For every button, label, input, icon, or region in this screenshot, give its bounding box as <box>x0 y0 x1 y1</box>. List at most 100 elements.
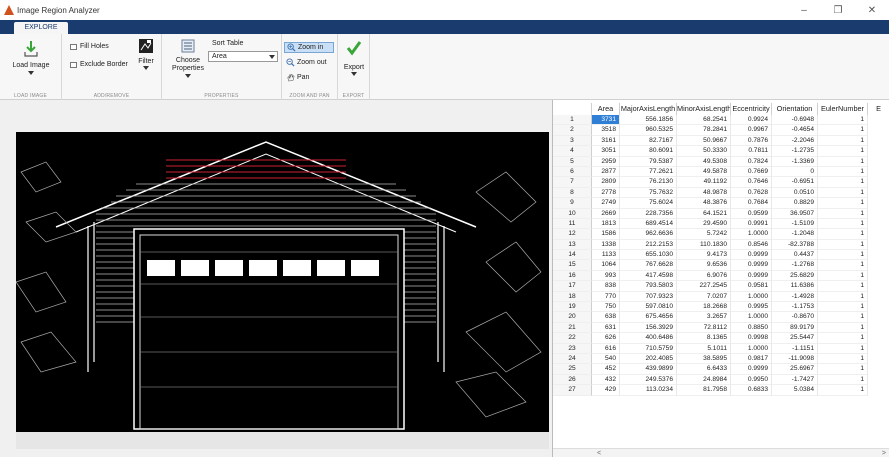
table-cell[interactable]: 767.6628 <box>620 260 677 271</box>
table-cell[interactable]: 228.7356 <box>620 208 677 219</box>
table-cell[interactable]: 1338 <box>592 239 620 251</box>
table-cell[interactable]: 48.9878 <box>677 187 731 199</box>
table-cell[interactable]: 113.0234 <box>620 385 677 396</box>
table-cell[interactable]: -1.2768 <box>772 260 818 271</box>
table-cell[interactable]: 0 <box>772 166 818 178</box>
table-cell[interactable]: 1 <box>818 177 868 188</box>
table-row[interactable]: 3 3161 82.7167 50.9667 0.7876 -2.2046 1 <box>553 135 868 147</box>
table-cell[interactable]: 993 <box>592 270 620 282</box>
column-header-eccentricity[interactable]: Eccentricity <box>731 103 772 115</box>
table-cell[interactable]: 960.5325 <box>620 125 677 136</box>
table-cell[interactable]: 1064 <box>592 260 620 271</box>
table-cell[interactable]: 707.9323 <box>620 291 677 303</box>
table-cell[interactable]: 50.3330 <box>677 146 731 157</box>
table-cell[interactable]: 1.0000 <box>731 291 772 303</box>
export-button[interactable]: Export <box>339 40 369 78</box>
table-cell[interactable]: 400.6486 <box>620 333 677 344</box>
table-cell[interactable]: 597.0810 <box>620 302 677 313</box>
table-cell[interactable]: 5.7242 <box>677 229 731 240</box>
table-cell[interactable]: -1.4928 <box>772 291 818 303</box>
table-cell[interactable]: 3161 <box>592 135 620 147</box>
table-cell[interactable]: 962.6636 <box>620 229 677 240</box>
table-cell[interactable]: 82.7167 <box>620 135 677 147</box>
table-row[interactable]: 2 3518 960.5325 78.2841 0.9967 -0.4654 1 <box>553 125 868 136</box>
table-cell[interactable]: 68.2541 <box>677 115 731 126</box>
table-cell[interactable]: 49.5878 <box>677 166 731 178</box>
table-cell[interactable]: 2809 <box>592 177 620 188</box>
table-cell[interactable]: 1 <box>818 208 868 219</box>
table-cell[interactable]: 540 <box>592 353 620 365</box>
table-cell[interactable]: 1.0000 <box>731 229 772 240</box>
table-cell[interactable]: 78.2841 <box>677 125 731 136</box>
table-row[interactable]: 4 3051 80.6091 50.3330 0.7811 -1.2735 1 <box>553 146 868 157</box>
table-cell[interactable]: 6.9076 <box>677 270 731 282</box>
table-row[interactable]: 10 2669 228.7356 64.1521 0.9599 36.9507 1 <box>553 208 868 219</box>
table-cell[interactable]: -1.5109 <box>772 218 818 230</box>
table-cell[interactable]: 9.6536 <box>677 260 731 271</box>
table-cell[interactable]: 18.2668 <box>677 302 731 313</box>
table-row[interactable]: 19 750 597.0810 18.2668 0.9995 -1.1753 1 <box>553 302 868 313</box>
table-cell[interactable]: 38.5895 <box>677 353 731 365</box>
table-cell[interactable]: 0.7684 <box>731 198 772 209</box>
table-row[interactable]: 16 993 417.4598 6.9076 0.9999 25.6829 1 <box>553 270 868 282</box>
table-cell[interactable]: 1 <box>818 198 868 209</box>
table-cell[interactable]: 1 <box>818 302 868 313</box>
filter-button[interactable]: Filter <box>134 38 158 72</box>
table-cell[interactable]: 0.8829 <box>772 198 818 209</box>
table-cell[interactable]: 25.6967 <box>772 364 818 375</box>
table-cell[interactable]: 25.5447 <box>772 333 818 344</box>
table-row[interactable]: 12 1586 962.6636 5.7242 1.0000 -1.2048 1 <box>553 229 868 240</box>
table-cell[interactable]: -1.1151 <box>772 343 818 354</box>
pan-button[interactable]: Pan <box>284 72 334 83</box>
binary-image-view[interactable] <box>16 132 549 432</box>
table-cell[interactable]: 1 <box>818 281 868 292</box>
table-cell[interactable]: 0.6833 <box>731 385 772 396</box>
table-cell[interactable]: 432 <box>592 374 620 386</box>
table-row[interactable]: 17 838 793.5803 227.2545 0.9581 11.6386 1 <box>553 281 868 292</box>
table-row[interactable]: 24 540 202.4085 38.5895 0.9817 -11.9098 1 <box>553 353 868 365</box>
table-cell[interactable]: 1 <box>818 229 868 240</box>
table-cell[interactable]: 50.9667 <box>677 135 731 147</box>
table-cell[interactable]: 0.7824 <box>731 156 772 167</box>
table-row[interactable]: 11 1813 689.4514 29.4590 0.9991 -1.5109 1 <box>553 218 868 230</box>
table-row[interactable]: 22 626 400.6486 8.1365 0.9998 25.5447 1 <box>553 333 868 344</box>
table-cell[interactable]: 1 <box>818 333 868 344</box>
table-cell[interactable]: 0.9581 <box>731 281 772 292</box>
table-cell[interactable]: 249.5376 <box>620 374 677 386</box>
table-cell[interactable]: 49.1192 <box>677 177 731 188</box>
table-cell[interactable]: 1 <box>818 135 868 147</box>
table-row[interactable]: 23 616 710.5759 5.1011 1.0000 -1.1151 1 <box>553 343 868 354</box>
column-header-euler-number[interactable]: EulerNumber <box>818 103 868 115</box>
table-cell[interactable]: 631 <box>592 322 620 334</box>
table-cell[interactable]: 212.2153 <box>620 239 677 251</box>
table-cell[interactable]: 75.7632 <box>620 187 677 199</box>
table-cell[interactable]: 227.2545 <box>677 281 731 292</box>
table-cell[interactable]: 0.9999 <box>731 250 772 261</box>
table-cell[interactable]: 0.7811 <box>731 146 772 157</box>
fill-holes-checkbox[interactable]: Fill Holes <box>70 43 109 50</box>
table-cell[interactable]: 1 <box>818 115 868 126</box>
table-row[interactable]: 1 3731 556.1856 68.2541 0.9924 -0.6948 1 <box>553 115 868 126</box>
table-cell[interactable]: 1 <box>818 364 868 375</box>
table-cell[interactable]: 0.0510 <box>772 187 818 199</box>
table-cell[interactable]: 5.1011 <box>677 343 731 354</box>
table-cell[interactable]: 1 <box>818 385 868 396</box>
table-cell[interactable]: 1 <box>818 156 868 167</box>
table-cell[interactable]: 1 <box>818 343 868 354</box>
table-row[interactable]: 18 770 707.9323 7.0207 1.0000 -1.4928 1 <box>553 291 868 303</box>
table-cell[interactable]: 202.4085 <box>620 353 677 365</box>
table-cell[interactable]: 1 <box>818 270 868 282</box>
table-cell[interactable]: 638 <box>592 312 620 323</box>
table-cell[interactable]: 79.5387 <box>620 156 677 167</box>
tab-explore[interactable]: EXPLORE <box>14 22 68 34</box>
table-cell[interactable]: 1 <box>818 250 868 261</box>
region-properties-table[interactable]: Area MajorAxisLength MinorAxisLength Ecc… <box>552 100 889 457</box>
table-row[interactable]: 5 2959 79.5387 49.5308 0.7824 -1.3369 1 <box>553 156 868 167</box>
table-row[interactable]: 14 1133 655.1030 9.4173 0.9999 0.4437 1 <box>553 250 868 261</box>
table-cell[interactable]: 0.4437 <box>772 250 818 261</box>
table-cell[interactable]: 8.1365 <box>677 333 731 344</box>
table-cell[interactable]: 2877 <box>592 166 620 178</box>
table-row[interactable]: 6 2877 77.2621 49.5878 0.7669 0 1 <box>553 166 868 178</box>
table-cell[interactable]: 0.7669 <box>731 166 772 178</box>
table-cell[interactable]: 24.8984 <box>677 374 731 386</box>
